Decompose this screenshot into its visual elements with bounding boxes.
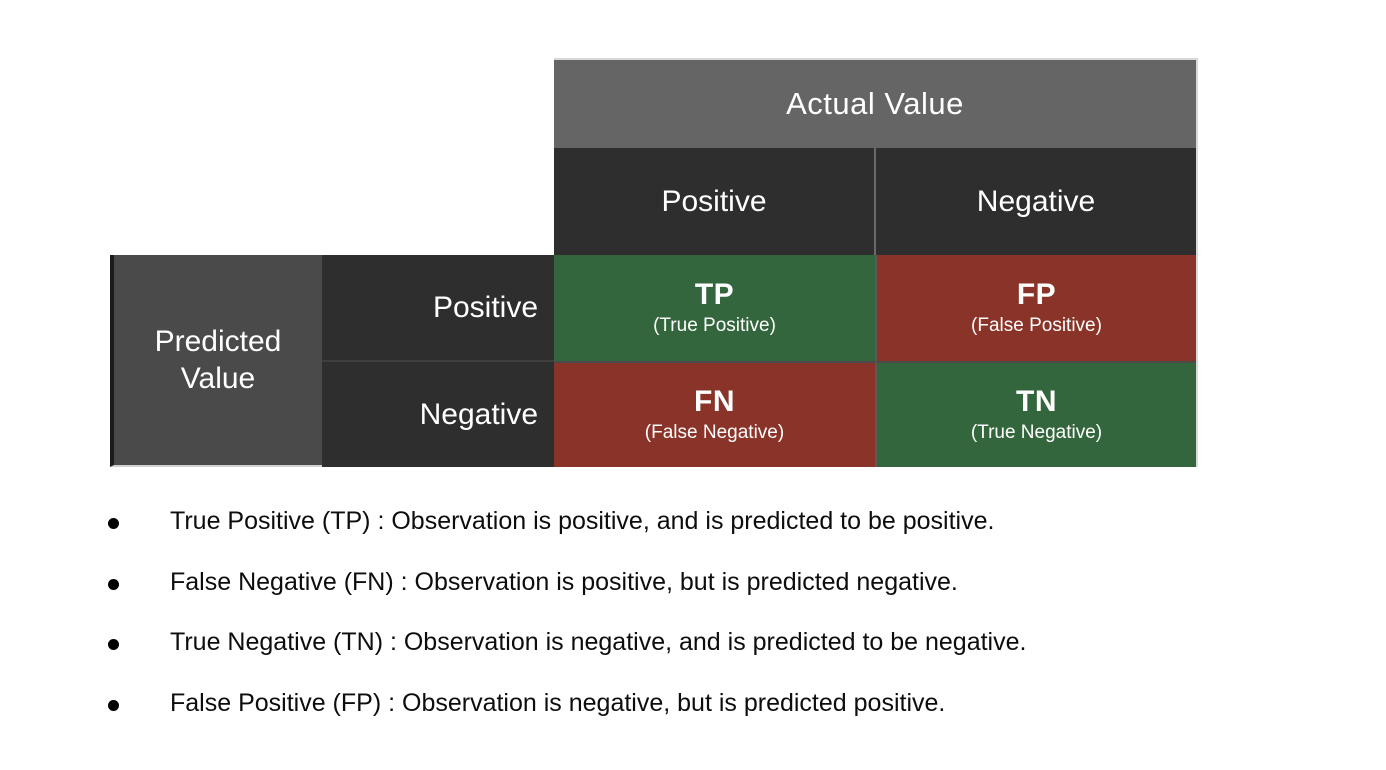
- list-item: True Positive (TP) : Observation is posi…: [104, 507, 1304, 536]
- confusion-matrix-figure: Actual Value Positive Negative Predicted…: [110, 58, 1198, 467]
- matrix-cell-true-negative-abbr: TN: [1016, 385, 1057, 419]
- matrix-cell-true-negative: TN (True Negative): [875, 361, 1196, 467]
- matrix-cell-true-positive-label: (True Positive): [653, 314, 776, 336]
- matrix-cell-false-negative-label: (False Negative): [644, 421, 785, 443]
- bullet-icon: [108, 578, 119, 590]
- actual-value-header: Actual Value: [554, 58, 1198, 148]
- bullet-icon: [108, 639, 119, 650]
- matrix-cell-true-positive: TP (True Positive): [554, 255, 875, 361]
- column-header-negative: Negative: [874, 148, 1196, 255]
- definition-list: True Positive (TP) : Observation is posi…: [104, 507, 1304, 750]
- matrix-cell-false-negative-abbr: FN: [694, 385, 735, 419]
- definition-text: False Negative (FN) : Observation is pos…: [170, 567, 958, 596]
- column-header-positive: Positive: [554, 148, 874, 255]
- confusion-matrix-cells: TP (True Positive) FP (False Positive) F…: [554, 255, 1198, 467]
- definition-text: False Positive (FP) : Observation is neg…: [170, 688, 946, 717]
- matrix-cell-true-negative-label: (True Negative): [970, 421, 1103, 443]
- column-header-negative-label: Negative: [976, 184, 1096, 218]
- column-header-positive-label: Positive: [661, 184, 767, 218]
- actual-value-column-labels: Positive Negative: [554, 148, 1198, 255]
- row-header-negative-label: Negative: [419, 397, 538, 431]
- predicted-value-row-labels: Positive Negative: [322, 255, 554, 467]
- definition-text: True Negative (TN) : Observation is nega…: [170, 628, 1027, 656]
- predicted-value-title: Predicted Value: [154, 324, 282, 396]
- predicted-value-header: Predicted Value: [110, 255, 322, 467]
- row-header-negative: Negative: [322, 360, 554, 467]
- matrix-cell-false-positive: FP (False Positive): [875, 255, 1196, 361]
- matrix-cell-true-positive-abbr: TP: [694, 278, 735, 312]
- row-header-positive: Positive: [322, 255, 554, 360]
- actual-value-title: Actual Value: [786, 86, 964, 121]
- bullet-icon: [108, 518, 119, 529]
- row-header-positive-label: Positive: [432, 290, 538, 324]
- definition-text: True Positive (TP) : Observation is posi…: [170, 507, 995, 535]
- matrix-cell-false-positive-label: (False Positive): [971, 314, 1102, 336]
- list-item: False Negative (FN) : Observation is pos…: [104, 567, 1304, 597]
- matrix-cell-false-positive-abbr: FP: [1016, 278, 1057, 312]
- list-item: False Positive (FP) : Observation is neg…: [104, 688, 1304, 718]
- matrix-cell-false-negative: FN (False Negative): [554, 361, 875, 467]
- list-item: True Negative (TN) : Observation is nega…: [104, 628, 1304, 657]
- bullet-icon: [108, 699, 119, 711]
